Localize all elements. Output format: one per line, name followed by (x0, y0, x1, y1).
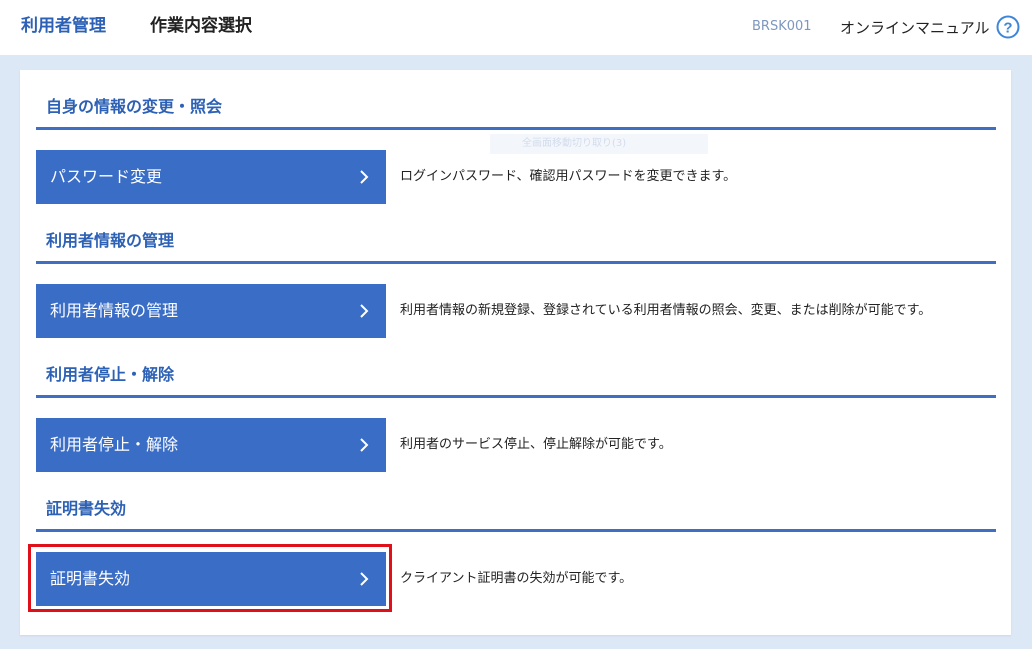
password-change-button[interactable]: パスワード変更 (36, 150, 386, 204)
help-icon[interactable]: ? (996, 15, 1020, 39)
section-heading-certificate-revocation: 証明書失効 (46, 499, 127, 518)
faded-overlay-text: 全画面移動切り取り(3) (490, 134, 708, 154)
section-divider (36, 529, 996, 532)
user-suspension-button-label: 利用者停止・解除 (50, 435, 179, 454)
user-suspension-description: 利用者のサービス停止、停止解除が可能です。 (400, 437, 672, 452)
chevron-right-icon (360, 572, 369, 586)
user-management-button[interactable]: 利用者情報の管理 (36, 284, 386, 338)
user-management-button-label: 利用者情報の管理 (50, 301, 179, 320)
password-change-button-label: パスワード変更 (50, 167, 163, 186)
section-heading-user-management: 利用者情報の管理 (46, 231, 175, 250)
page-title: 作業内容選択 (150, 16, 252, 36)
app-title: 利用者管理 (21, 16, 106, 36)
main-panel: 全画面移動切り取り(3) 自身の情報の変更・照会 パスワード変更 ログインパスワ… (20, 70, 1011, 635)
chevron-right-icon (360, 304, 369, 318)
help-icon-symbol: ? (1003, 20, 1012, 37)
certificate-revocation-button[interactable]: 証明書失効 (36, 552, 386, 606)
section-heading-self-info: 自身の情報の変更・照会 (46, 97, 223, 116)
user-management-description: 利用者情報の新規登録、登録されている利用者情報の照会、変更、または削除が可能です… (400, 303, 932, 318)
section-heading-user-suspension: 利用者停止・解除 (46, 365, 175, 384)
user-suspension-button[interactable]: 利用者停止・解除 (36, 418, 386, 472)
certificate-revocation-button-label: 証明書失効 (50, 569, 131, 588)
chevron-right-icon (360, 438, 369, 452)
certificate-revocation-description: クライアント証明書の失効が可能です。 (400, 571, 633, 586)
screen-id: BRSK001 (752, 19, 812, 34)
page-header: 利用者管理 作業内容選択 BRSK001 オンラインマニュアル ? (0, 0, 1032, 55)
section-divider (36, 261, 996, 264)
online-manual-label: オンラインマニュアル (840, 18, 990, 37)
section-divider (36, 127, 996, 130)
online-manual-link[interactable]: オンラインマニュアル ? (840, 13, 1020, 41)
chevron-right-icon (360, 170, 369, 184)
password-change-description: ログインパスワード、確認用パスワードを変更できます。 (400, 169, 737, 184)
section-divider (36, 395, 996, 398)
